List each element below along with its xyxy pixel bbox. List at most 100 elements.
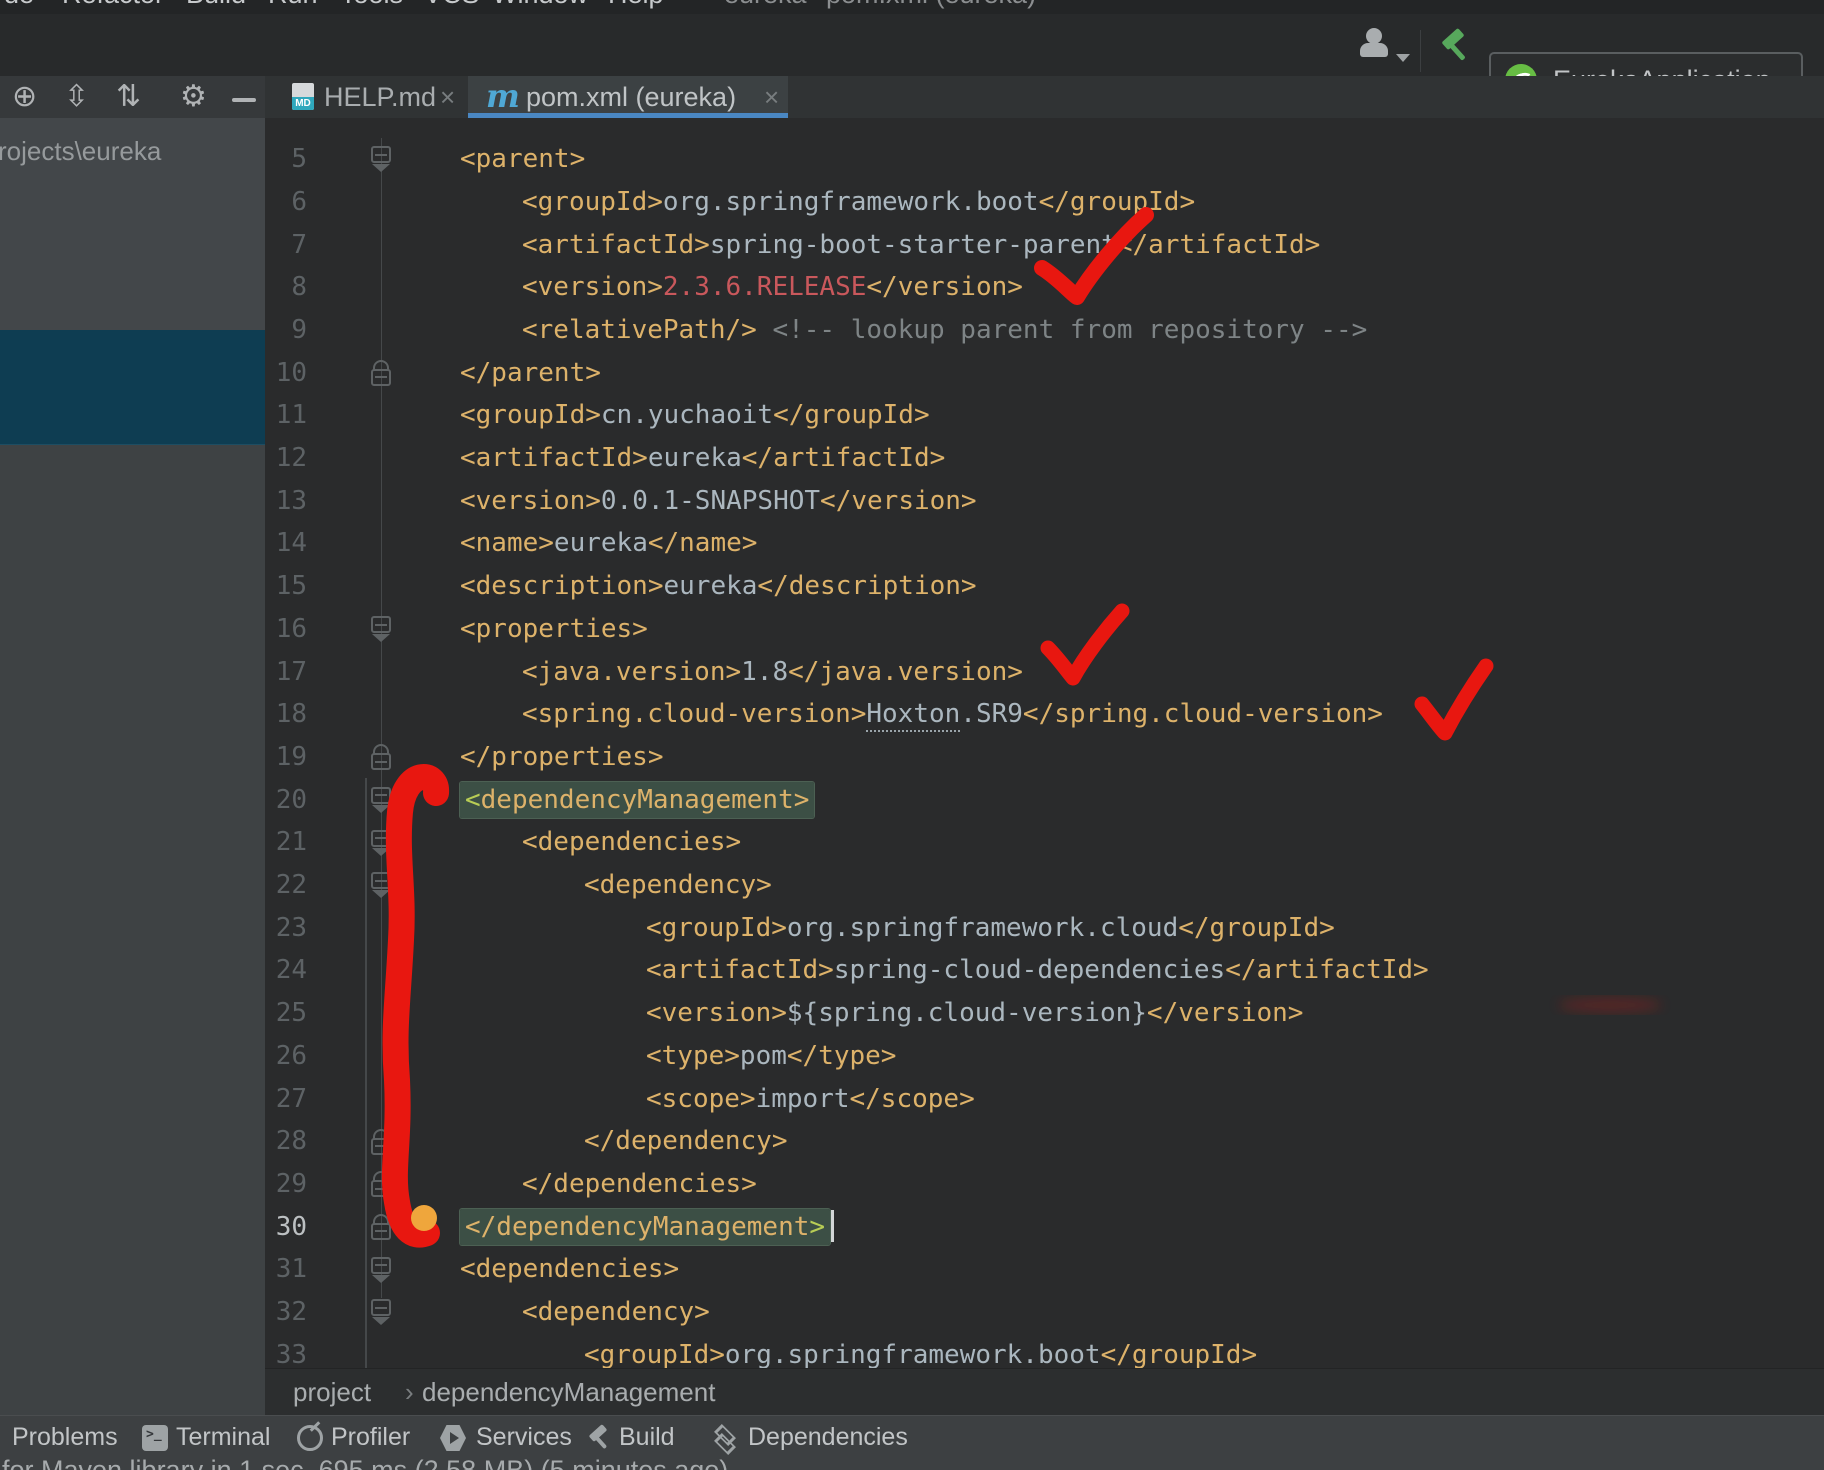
fold-collapse-icon[interactable] [368,830,394,856]
code-text[interactable]: <dependency> [584,864,772,907]
code-segment-cm: <!-- lookup parent from repository --> [772,315,1367,345]
code-line-17[interactable]: 17<java.version>1.8</java.version> [265,651,1824,694]
code-line-26[interactable]: 26<type>pom</type> [265,1035,1824,1078]
tool-window-bar: Problems Terminal Profiler Services Buil… [0,1415,1824,1459]
code-text[interactable]: <java.version>1.8</java.version> [522,651,1023,694]
code-text[interactable]: <type>pom</type> [646,1035,896,1078]
code-text[interactable]: <artifactId>spring-cloud-dependencies</a… [646,949,1429,992]
code-line-11[interactable]: 11<groupId>cn.yuchaoit</groupId> [265,394,1824,437]
code-line-10[interactable]: 10</parent> [265,352,1824,395]
project-tree-selected-row[interactable] [0,330,265,445]
fold-collapse-icon[interactable] [368,872,394,898]
code-text[interactable]: <properties> [460,608,648,651]
code-text[interactable]: <spring.cloud-version>Hoxton.SR9</spring… [522,693,1383,736]
fold-collapse-icon[interactable] [368,1299,394,1325]
code-line-6[interactable]: 6<groupId>org.springframework.boot</grou… [265,181,1824,224]
code-line-18[interactable]: 18<spring.cloud-version>Hoxton.SR9</spri… [265,693,1824,736]
fold-end-icon[interactable] [368,1214,394,1240]
menu-item-help[interactable]: Help [608,0,664,14]
code-line-12[interactable]: 12<artifactId>eureka</artifactId> [265,437,1824,480]
code-line-7[interactable]: 7<artifactId>spring-boot-starter-parent<… [265,224,1824,267]
fold-end-icon[interactable] [368,1129,394,1155]
menu-item-tools[interactable]: Tools [340,0,403,14]
code-line-22[interactable]: 22<dependency> [265,864,1824,907]
settings-gear-icon[interactable]: ⚙ [180,80,207,114]
close-icon[interactable]: × [764,82,779,113]
menu-item[interactable]: de [4,0,34,14]
code-text[interactable]: <parent> [460,138,585,181]
code-line-19[interactable]: 19</properties> [265,736,1824,779]
fold-collapse-icon[interactable] [368,787,394,813]
menu-item-vcs[interactable]: VCS [424,0,480,14]
expand-all-icon[interactable]: ⇳ [64,80,89,114]
code-text[interactable]: <artifactId>eureka</artifactId> [460,437,945,480]
code-text[interactable]: <artifactId>spring-boot-starter-parent</… [522,224,1320,267]
code-text[interactable]: <groupId>cn.yuchaoit</groupId> [460,394,930,437]
code-segment-tx: pom [740,1041,787,1071]
code-text[interactable]: </dependency> [584,1120,788,1163]
code-text[interactable]: </dependencies> [522,1163,757,1206]
code-text[interactable]: <groupId>org.springframework.cloud</grou… [646,907,1335,950]
code-text[interactable]: <relativePath/> <!-- lookup parent from … [522,309,1367,352]
code-text[interactable]: <groupId>org.springframework.boot</group… [522,181,1195,224]
code-line-5[interactable]: 5<parent> [265,138,1824,181]
project-path-label: rojects\eureka [0,136,161,167]
close-icon[interactable]: × [440,82,455,113]
code-text[interactable]: <scope>import</scope> [646,1078,975,1121]
menu-item-refactor[interactable]: Refactor [62,0,164,14]
code-line-9[interactable]: 9<relativePath/> <!-- lookup parent from… [265,309,1824,352]
hide-panel-icon[interactable] [232,98,256,102]
code-text[interactable]: <groupId>org.springframework.boot</group… [584,1334,1257,1368]
fold-end-icon[interactable] [368,360,394,386]
code-line-29[interactable]: 29</dependencies> [265,1163,1824,1206]
code-text[interactable]: <name>eureka</name> [460,522,757,565]
build-hammer-icon[interactable] [1438,28,1474,64]
code-text[interactable]: <version>2.3.6.RELEASE</version> [522,266,1023,309]
code-text[interactable]: <version>0.0.1-SNAPSHOT</version> [460,480,977,523]
code-text[interactable]: </parent> [460,352,601,395]
fold-collapse-icon[interactable] [368,146,394,172]
fold-end-icon[interactable] [368,744,394,770]
code-line-25[interactable]: 25<version>${spring.cloud-version}</vers… [265,992,1824,1035]
code-line-27[interactable]: 27<scope>import</scope> [265,1078,1824,1121]
code-line-28[interactable]: 28</dependency> [265,1120,1824,1163]
code-line-16[interactable]: 16<properties> [265,608,1824,651]
tab-pom-xml[interactable]: m pom.xml (eureka) × [468,76,788,118]
code-text[interactable]: <dependencies> [522,821,741,864]
code-line-33[interactable]: 33<groupId>org.springframework.boot</gro… [265,1334,1824,1368]
code-text[interactable]: </dependencyManagement> [460,1206,834,1249]
fold-collapse-icon[interactable] [368,616,394,642]
code-line-15[interactable]: 15<description>eureka</description> [265,565,1824,608]
breadcrumb-dependency-management[interactable]: dependencyManagement [422,1377,715,1408]
locate-icon[interactable]: ⊕ [12,80,37,114]
code-text[interactable]: </properties> [460,736,664,779]
fold-end-icon[interactable] [368,1171,394,1197]
code-line-23[interactable]: 23<groupId>org.springframework.cloud</gr… [265,907,1824,950]
menu-item-build[interactable]: Build [186,0,246,14]
code-line-13[interactable]: 13<version>0.0.1-SNAPSHOT</version> [265,480,1824,523]
breadcrumb-project[interactable]: project [293,1377,371,1408]
code-text[interactable]: <dependency> [522,1291,710,1334]
code-line-14[interactable]: 14<name>eureka</name> [265,522,1824,565]
user-dropdown-arrow-icon[interactable] [1396,54,1410,62]
code-line-20[interactable]: 20 <dependencyManagement> [265,779,1824,822]
code-segment-tg: </type> [787,1041,897,1071]
code-line-30[interactable]: 30</dependencyManagement> [265,1206,1824,1249]
code-text[interactable]: <description>eureka</description> [460,565,977,608]
code-line-8[interactable]: 8<version>2.3.6.RELEASE</version> [265,266,1824,309]
code-line-24[interactable]: 24<artifactId>spring-cloud-dependencies<… [265,949,1824,992]
menu-item-run[interactable]: Run [268,0,318,14]
fold-collapse-icon[interactable] [368,1257,394,1283]
code-editor[interactable]: 5<parent>6<groupId>org.springframework.b… [265,118,1824,1368]
code-text[interactable]: <dependencyManagement> [460,779,814,822]
code-text[interactable]: <dependencies> [460,1248,679,1291]
tab-help-md[interactable]: MD HELP.md × [278,76,464,118]
code-line-21[interactable]: 21<dependencies> [265,821,1824,864]
code-text[interactable]: <version>${spring.cloud-version}</versio… [646,992,1303,1035]
user-icon[interactable] [1358,28,1392,62]
line-number: 20 [265,779,307,822]
code-line-32[interactable]: 32<dependency> [265,1291,1824,1334]
code-line-31[interactable]: 31<dependencies> [265,1248,1824,1291]
collapse-all-icon[interactable]: ⇅ [116,80,141,114]
menu-item-window[interactable]: Window [492,0,588,14]
